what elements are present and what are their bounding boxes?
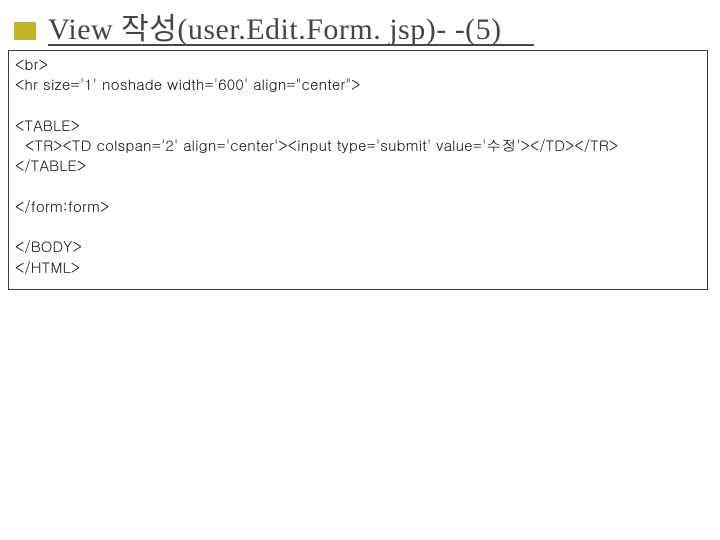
code-line: <TABLE> [15, 115, 80, 136]
code-line: </TABLE> [15, 155, 86, 176]
code-line: </HTML> [15, 257, 80, 278]
code-box: <br> <hr size='1' noshade width='600' al… [8, 50, 708, 290]
code-line: </BODY> [15, 236, 82, 257]
accent-bar [14, 22, 36, 40]
slide: View 작성(user.Edit.Form. jsp)- -(5) <br> … [0, 0, 720, 540]
slide-title: View 작성(user.Edit.Form. jsp)- -(5) [48, 4, 502, 48]
code-line: </form:form> [15, 196, 109, 217]
title-underline [48, 44, 534, 46]
code-line: <TR><TD colspan='2' align='center'><inpu… [15, 135, 618, 156]
code-line: <hr size='1' noshade width='600' align="… [15, 74, 360, 95]
code-line: <br> [15, 54, 48, 75]
